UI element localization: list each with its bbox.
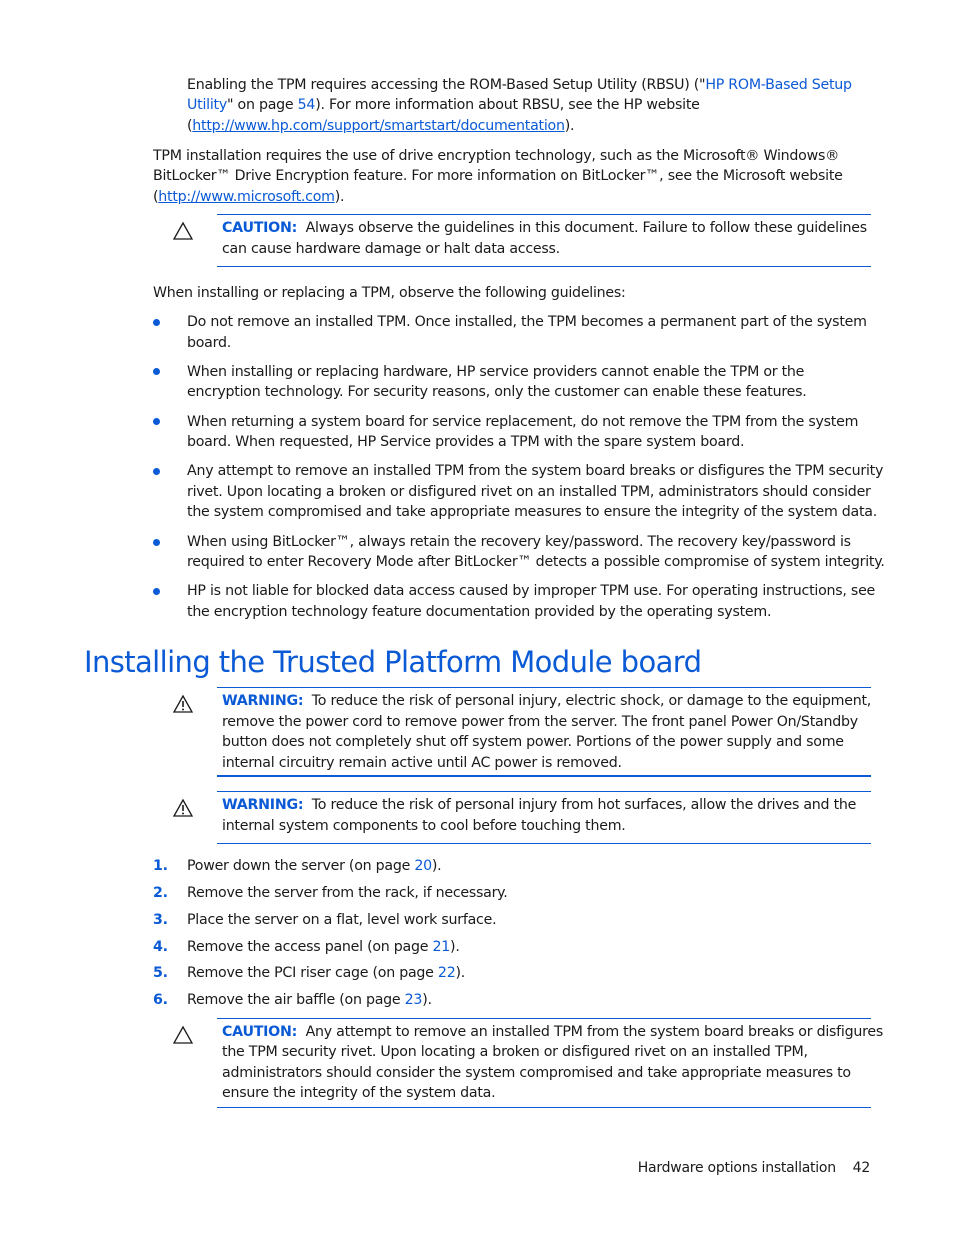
caution-2-top-rule xyxy=(217,1018,871,1019)
page-link-23[interactable]: 23 xyxy=(405,992,423,1008)
guidelines-intro: When installing or replacing a TPM, obse… xyxy=(153,285,626,301)
text: Remove the air baffle (on page xyxy=(187,992,405,1008)
caution-triangle-icon xyxy=(172,1025,194,1044)
text: ). xyxy=(450,939,460,955)
step-1: Power down the server (on page 20). xyxy=(187,856,442,876)
caution-2-line-4: ensure the integrity of the system data. xyxy=(222,1085,496,1101)
hp-documentation-url[interactable]: http://www.hp.com/support/smartstart/doc… xyxy=(192,118,565,134)
guideline-item-2-line-1: When installing or replacing hardware, H… xyxy=(187,364,805,380)
rbsu-paragraph-line-2: Utility" on page 54). For more informati… xyxy=(187,95,700,115)
caution-top-rule xyxy=(217,214,871,215)
warning-label: WARNING: xyxy=(222,693,304,709)
text: ). For more information about RBSU, see … xyxy=(315,97,700,113)
warning-1-line-4: internal circuitry remain active until A… xyxy=(222,755,622,771)
text: ). xyxy=(431,858,442,874)
text: ). xyxy=(455,965,466,981)
page-link-54[interactable]: 54 xyxy=(298,97,316,113)
page-footer: Hardware options installation 42 xyxy=(637,1158,871,1178)
caution-bottom-rule xyxy=(217,266,871,267)
caution-2-line-3: administrators should consider the syste… xyxy=(222,1065,851,1081)
caution-line-2: can cause hardware damage or halt data a… xyxy=(222,241,560,257)
bullet-icon xyxy=(153,539,160,546)
warning-2-line-2: internal system components to cool befor… xyxy=(222,818,626,834)
warning-1-line-2: remove the power cord to remove power fr… xyxy=(222,714,858,730)
guideline-item-1-line-1: Do not remove an installed TPM. Once ins… xyxy=(187,314,867,330)
step-number: 4. xyxy=(153,939,168,955)
text: Always observe the guidelines in this do… xyxy=(305,220,868,236)
guideline-item-1-line-2: board. xyxy=(187,335,231,351)
warning-1-top-rule xyxy=(217,687,871,688)
rbsu-paragraph-line-1: Enabling the TPM requires accessing the … xyxy=(187,75,852,95)
text: Power down the server (on page xyxy=(187,858,415,874)
caution-2-bottom-rule xyxy=(217,1107,871,1108)
tpm-paragraph-line-3: (http://www.microsoft.com). xyxy=(153,187,345,207)
caution-label: CAUTION: xyxy=(222,220,298,236)
step-number: 6. xyxy=(153,992,168,1008)
tpm-paragraph-line-1: TPM installation requires the use of dri… xyxy=(153,148,840,164)
bullet-icon xyxy=(153,319,160,326)
warning-2-line-1: WARNING: To reduce the risk of personal … xyxy=(222,795,856,815)
microsoft-url[interactable]: http://www.microsoft.com xyxy=(158,189,335,205)
tpm-paragraph-line-2: BitLocker™ Drive Encryption feature. For… xyxy=(153,168,843,184)
guideline-item-4-line-2: rivet. Upon locating a broken or disfigu… xyxy=(187,484,871,500)
step-6: Remove the air baffle (on page 23). xyxy=(187,990,432,1010)
page-link-22[interactable]: 22 xyxy=(438,965,456,981)
text: Remove the access panel (on page xyxy=(187,939,433,955)
text: To reduce the risk of personal injury, e… xyxy=(311,693,872,709)
text: Remove the PCI riser cage (on page xyxy=(187,965,438,981)
caution-triangle-icon xyxy=(172,221,194,240)
text: ). xyxy=(334,189,345,205)
step-number: 5. xyxy=(153,965,168,981)
footer-section-title: Hardware options installation xyxy=(637,1160,836,1176)
warning-1-line-1: WARNING: To reduce the risk of personal … xyxy=(222,691,871,711)
guideline-item-6-line-2: the encryption technology feature docume… xyxy=(187,604,772,620)
text: To reduce the risk of personal injury fr… xyxy=(311,797,857,813)
warning-1-line-3: button does not completely shut off syst… xyxy=(222,734,844,750)
page-link-20[interactable]: 20 xyxy=(414,858,432,874)
guideline-item-3-line-2: board. When requested, HP Service provid… xyxy=(187,434,745,450)
guideline-item-6-line-1: HP is not liable for blocked data access… xyxy=(187,583,876,599)
guideline-item-5-line-1: When using BitLocker™, always retain the… xyxy=(187,534,851,550)
guideline-item-4-line-3: the system compromised and take appropri… xyxy=(187,504,877,520)
section-heading: Installing the Trusted Platform Module b… xyxy=(84,645,702,679)
warning-1-bottom-rule xyxy=(217,775,871,777)
text: Any attempt to remove an installed TPM f… xyxy=(305,1024,884,1040)
step-2: Remove the server from the rack, if nece… xyxy=(187,885,508,901)
step-4: Remove the access panel (on page 21). xyxy=(187,937,460,957)
guideline-item-3-line-1: When returning a system board for servic… xyxy=(187,414,859,430)
guideline-item-5-line-2: required to enter Recovery Mode after Bi… xyxy=(187,554,885,570)
caution-2-line-1: CAUTION: Any attempt to remove an instal… xyxy=(222,1022,883,1042)
guideline-item-4-line-1: Any attempt to remove an installed TPM f… xyxy=(187,463,884,479)
step-3: Place the server on a flat, level work s… xyxy=(187,912,497,928)
warning-2-bottom-rule xyxy=(217,843,871,844)
warning-triangle-icon xyxy=(172,798,194,817)
step-number: 2. xyxy=(153,885,168,901)
bullet-icon xyxy=(153,588,160,595)
page-link-21[interactable]: 21 xyxy=(432,939,450,955)
text: ). xyxy=(422,992,432,1008)
caution-label: CAUTION: xyxy=(222,1024,298,1040)
text: " on page xyxy=(226,97,298,113)
rbsu-link-cont[interactable]: Utility xyxy=(187,97,227,113)
bullet-icon xyxy=(153,468,160,475)
text: Enabling the TPM requires accessing the … xyxy=(187,77,706,93)
bullet-icon xyxy=(153,368,160,375)
caution-2-line-2: the TPM security rivet. Upon locating a … xyxy=(222,1044,808,1060)
step-number: 3. xyxy=(153,912,168,928)
page-number: 42 xyxy=(852,1160,871,1176)
warning-label: WARNING: xyxy=(222,797,304,813)
bullet-icon xyxy=(153,418,160,425)
rbsu-link[interactable]: HP ROM-Based Setup xyxy=(705,77,852,93)
text: ). xyxy=(564,118,575,134)
step-5: Remove the PCI riser cage (on page 22). xyxy=(187,963,465,983)
guideline-item-2-line-2: encryption technology. For security reas… xyxy=(187,384,807,400)
warning-triangle-icon xyxy=(172,694,194,713)
rbsu-paragraph-line-3: (http://www.hp.com/support/smartstart/do… xyxy=(187,116,574,136)
caution-line-1: CAUTION: Always observe the guidelines i… xyxy=(222,218,867,238)
warning-2-top-rule xyxy=(217,791,871,792)
step-number: 1. xyxy=(153,858,168,874)
